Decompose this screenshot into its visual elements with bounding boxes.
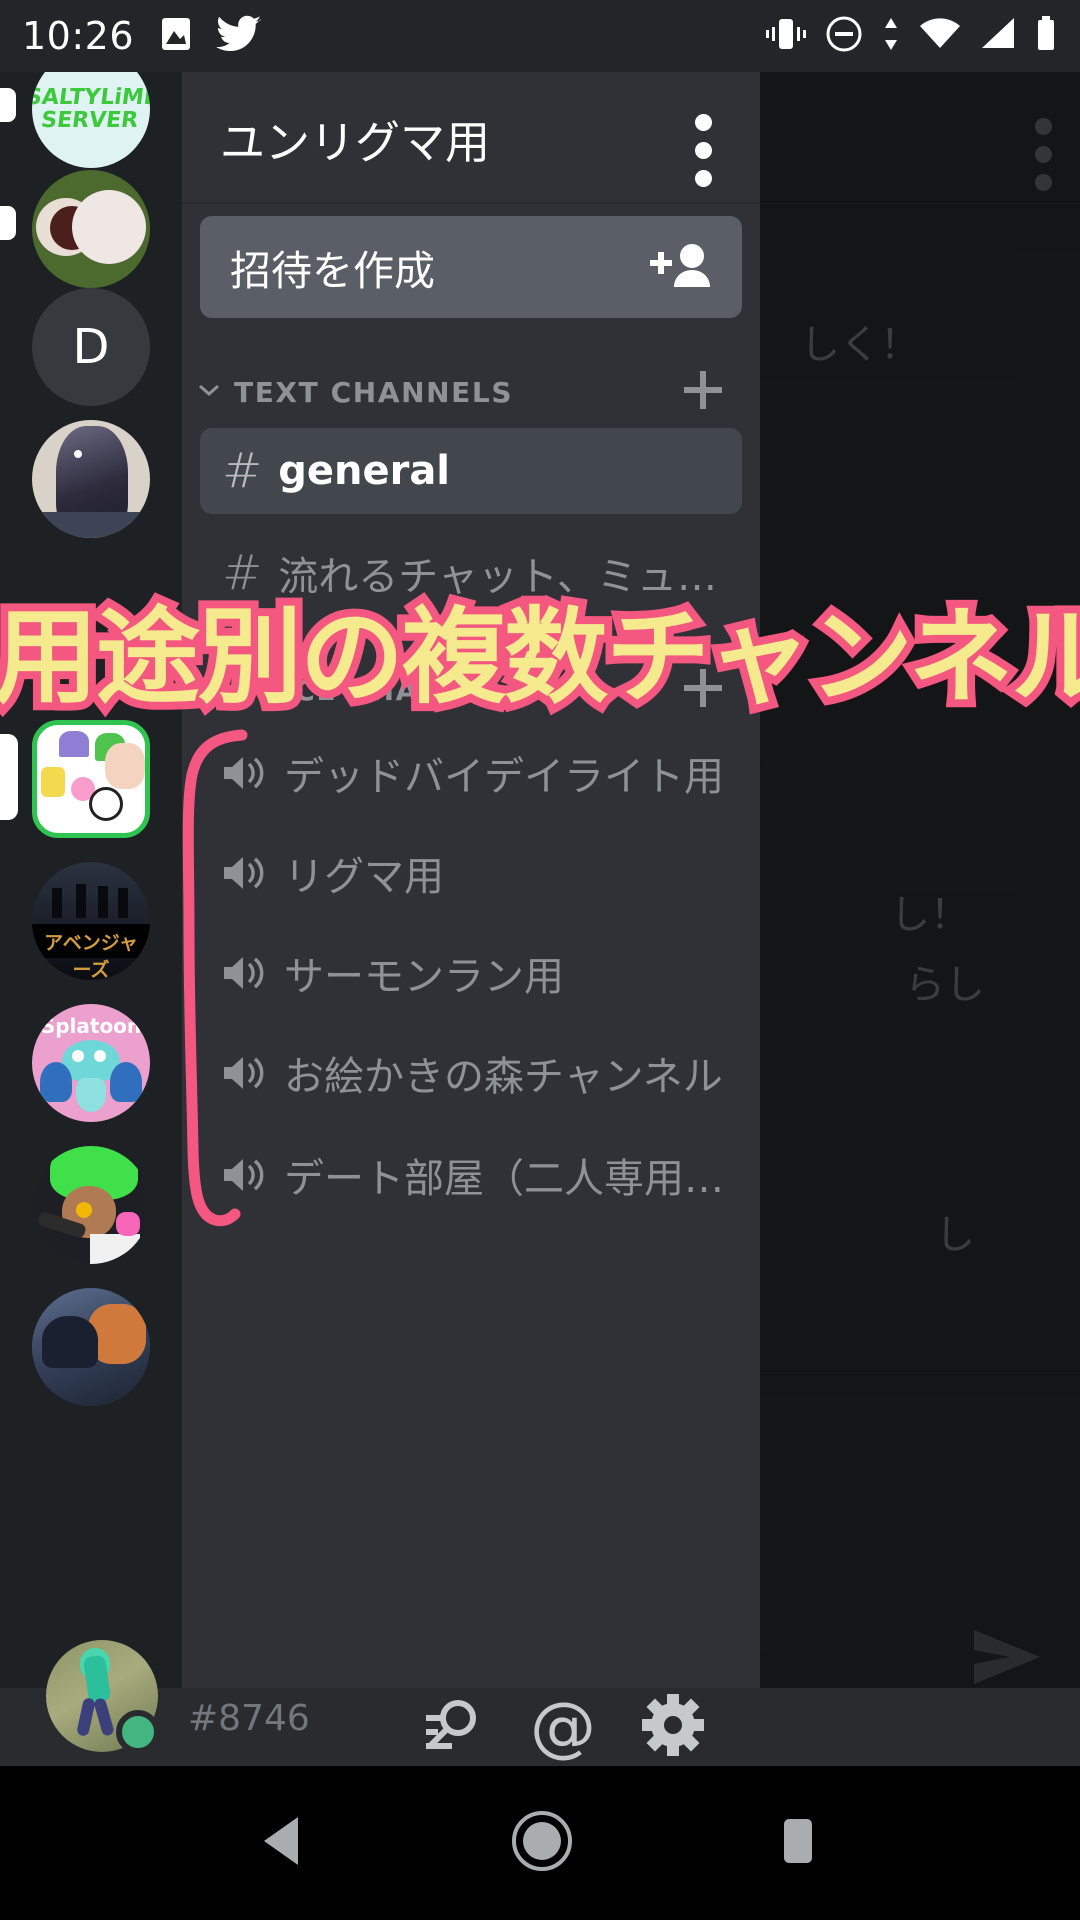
speaker-icon [222,1156,266,1194]
channel-name: general [278,448,451,494]
create-invite-label: 招待を作成 [230,247,435,295]
speaker-icon [222,854,266,892]
server-label: SERVER [39,108,140,133]
mentions-icon[interactable]: @ [530,1693,596,1759]
selected-server-indicator [0,734,18,820]
channel-name: お絵かきの森チャンネル [284,1054,723,1100]
category-label: TEXT CHANNELS [234,375,514,409]
server-rail[interactable]: SALTYLiME SERVER D アベンジャーズ Splatoon [0,72,182,1766]
speaker-icon [222,1054,266,1092]
user-bar: #8746 @ [0,1640,1080,1766]
voice-channel-date[interactable]: デート部屋（二人専用… [200,1132,742,1218]
server-icon-avengers[interactable]: アベンジャーズ [32,862,150,980]
settings-gear-icon[interactable] [642,1694,704,1760]
recents-button[interactable] [774,1813,822,1873]
user-discriminator: #8746 [188,1698,310,1739]
channel-name: リグマ用 [284,854,444,900]
android-nav-bar [0,1766,1080,1920]
server-icon-drawing[interactable] [32,720,150,838]
channel-general[interactable]: # general [200,428,742,514]
sync-arrows-icon [880,14,902,58]
user-bar-panel: #8746 @ [0,1640,760,1766]
status-bar: 10:26 [0,0,1080,72]
wifi-icon [918,14,962,58]
server-icon-saltylime[interactable]: SALTYLiME SERVER [32,72,150,168]
create-invite-button[interactable]: 招待を作成 [200,216,742,318]
status-bar-clock: 10:26 [22,14,135,58]
chevron-down-icon [196,381,222,403]
add-text-channel-icon[interactable] [680,367,726,417]
do-not-disturb-icon [824,14,864,58]
add-person-icon [650,241,712,293]
server-name-title: ユンリグマ用 [220,116,491,169]
server-overflow-menu-icon[interactable] [695,114,712,187]
channel-name: デッドバイデイライト用 [284,754,724,800]
server-icon-splatoon2[interactable]: Splatoon 2 [32,1004,150,1122]
voice-channel-rigma[interactable]: リグマ用 [200,830,742,916]
vibrate-icon [764,14,808,58]
server-drawer: ユンリグマ用 招待を作成 TEXT CHANNELS # general # 流… [182,72,760,1766]
unread-indicator [0,206,16,240]
back-button[interactable] [258,1813,310,1873]
home-button[interactable] [510,1809,574,1877]
server-label: D [32,288,150,406]
unread-indicator [0,88,16,122]
status-badge-online [116,1710,160,1754]
speaker-icon [222,754,266,792]
server-icon-mochi[interactable] [32,170,150,288]
server-icon-inkling[interactable] [32,1146,150,1264]
battery-icon [1034,14,1058,58]
header-divider [182,202,760,204]
search-icon[interactable] [422,1694,484,1760]
server-icon-creature[interactable] [32,420,150,538]
cellular-signal-icon [978,14,1018,58]
server-label: SALTYLiME [32,84,150,110]
drawer-header: ユンリグマ用 [182,72,760,202]
channel-name: サーモンラン用 [284,954,564,1000]
voice-channel-dbd[interactable]: デッドバイデイライト用 [200,730,742,816]
channel-name: デート部屋（二人専用… [284,1156,724,1202]
twitter-icon [216,14,262,58]
user-bar-actions: @ [422,1693,704,1760]
image-icon [156,14,196,58]
server-icon-photo[interactable] [32,1288,150,1406]
voice-channel-oekaki[interactable]: お絵かきの森チャンネル [200,1030,742,1116]
voice-channel-salmonrun[interactable]: サーモンラン用 [200,930,742,1016]
hash-icon: # [222,443,263,499]
annotation-text: 用途別の複数チャンネル [0,588,1080,726]
server-label: アベンジャーズ [44,932,138,980]
server-icon-d[interactable]: D [32,288,150,406]
speaker-icon [222,954,266,992]
avatar[interactable] [46,1640,160,1754]
category-text-channels[interactable]: TEXT CHANNELS [182,364,760,420]
phone-screen: しく！ し！ らし し SALTYLiME SERVER D [0,0,1080,1920]
